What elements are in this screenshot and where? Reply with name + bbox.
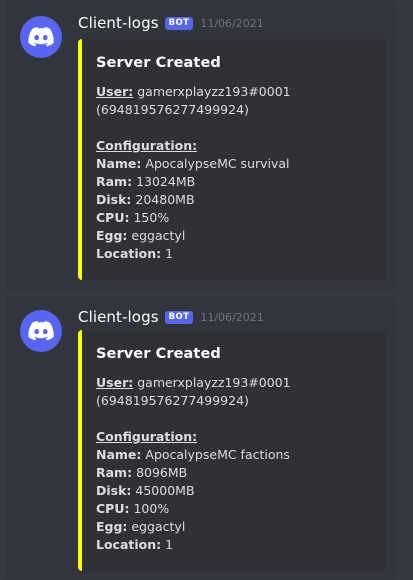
field-value: ApocalypseMC survival — [145, 156, 290, 171]
field-label: Location: — [96, 246, 162, 261]
field-label: CPU: — [96, 210, 130, 225]
bot-avatar[interactable] — [20, 16, 62, 58]
field-value: 1 — [165, 246, 174, 261]
field-disk: Disk: 20480MB — [96, 191, 374, 209]
field-value: 13024MB — [136, 174, 196, 189]
field-ram: Ram: 8096MB — [96, 464, 374, 482]
embed: Server Created User: gamerxplayzz193#000… — [78, 39, 386, 280]
embed-config-heading: Configuration: — [96, 428, 374, 446]
user-label: User: — [96, 375, 134, 390]
field-value: 100% — [133, 501, 170, 516]
user-label: User: — [96, 84, 134, 99]
field-name: Name: ApocalypseMC survival — [96, 155, 374, 173]
field-label: Egg: — [96, 228, 128, 243]
field-label: Name: — [96, 156, 142, 171]
user-value: gamerxplayzz193#0001 — [137, 375, 291, 390]
field-value: eggactyl — [131, 228, 186, 243]
field-label: Disk: — [96, 192, 132, 207]
message: Client-logs BOT 11/06/2021 Server Create… — [6, 297, 396, 580]
user-id: (694819576277499924) — [96, 102, 249, 117]
field-value: eggactyl — [131, 519, 186, 534]
field-value: 1 — [165, 537, 174, 552]
embed-title: Server Created — [96, 346, 221, 362]
discord-logo-icon — [28, 27, 54, 47]
field-name: Name: ApocalypseMC factions — [96, 446, 374, 464]
field-label: Name: — [96, 447, 142, 462]
username[interactable]: Client-logs — [78, 308, 159, 326]
timestamp: 11/06/2021 — [200, 310, 264, 324]
embed-config-heading: Configuration: — [96, 137, 374, 155]
username[interactable]: Client-logs — [78, 14, 159, 32]
timestamp: 11/06/2021 — [200, 16, 264, 30]
embed-title: Server Created — [96, 55, 221, 71]
field-egg: Egg: eggactyl — [96, 518, 374, 536]
field-label: Location: — [96, 537, 162, 552]
field-label: Ram: — [96, 465, 133, 480]
bot-badge: BOT — [164, 16, 194, 30]
user-id: (694819576277499924) — [96, 393, 249, 408]
message: Client-logs BOT 11/06/2021 Server Create… — [6, 0, 396, 290]
field-label: Disk: — [96, 483, 132, 498]
field-ram: Ram: 13024MB — [96, 173, 374, 191]
user-value: gamerxplayzz193#0001 — [137, 84, 291, 99]
field-value: 8096MB — [136, 465, 188, 480]
field-value: 20480MB — [135, 192, 195, 207]
field-location: Location: 1 — [96, 536, 374, 554]
embed-user-line: User: gamerxplayzz193#0001 — [96, 83, 374, 101]
discord-logo-icon — [28, 321, 54, 341]
bot-avatar[interactable] — [20, 310, 62, 352]
field-value: 45000MB — [135, 483, 195, 498]
embed: Server Created User: gamerxplayzz193#000… — [78, 330, 386, 571]
field-cpu: CPU: 150% — [96, 209, 374, 227]
field-value: 150% — [133, 210, 170, 225]
field-value: ApocalypseMC factions — [145, 447, 290, 462]
bot-badge: BOT — [164, 310, 194, 324]
message-header: Client-logs BOT 11/06/2021 — [78, 13, 264, 33]
field-disk: Disk: 45000MB — [96, 482, 374, 500]
embed-user-line: User: gamerxplayzz193#0001 — [96, 374, 374, 392]
field-location: Location: 1 — [96, 245, 374, 263]
message-header: Client-logs BOT 11/06/2021 — [78, 307, 264, 327]
field-label: Egg: — [96, 519, 128, 534]
field-label: CPU: — [96, 501, 130, 516]
config-label: Configuration: — [96, 138, 198, 153]
field-egg: Egg: eggactyl — [96, 227, 374, 245]
message-feed: Client-logs BOT 11/06/2021 Server Create… — [0, 0, 413, 580]
field-label: Ram: — [96, 174, 133, 189]
field-cpu: CPU: 100% — [96, 500, 374, 518]
config-label: Configuration: — [96, 429, 198, 444]
